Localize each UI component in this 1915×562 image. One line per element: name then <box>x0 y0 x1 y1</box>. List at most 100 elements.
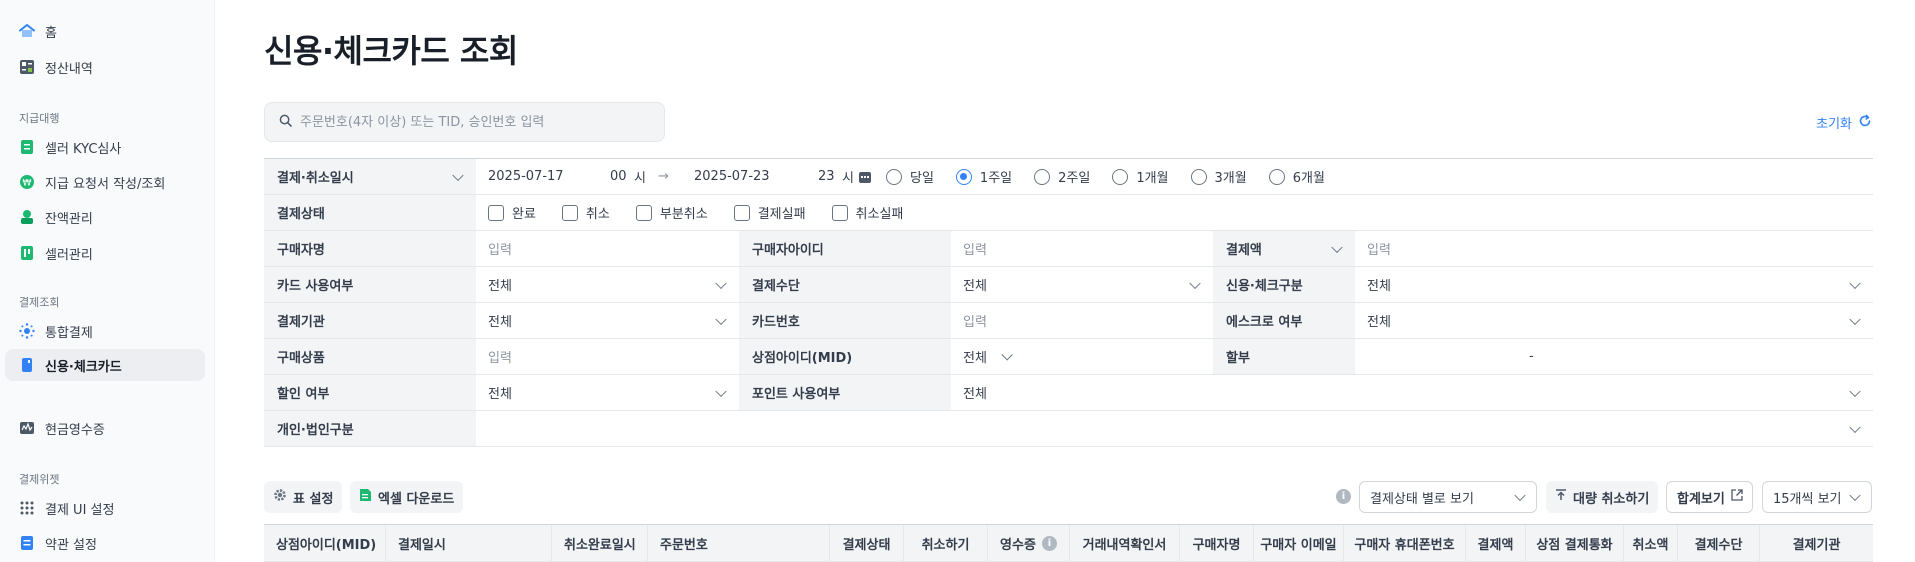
excel-download-button[interactable]: 엑셀 다운로드 <box>350 481 464 513</box>
card-use-select[interactable]: 전체 <box>476 267 739 302</box>
range-radio-2week[interactable]: 2주일 <box>1034 167 1090 186</box>
column-header[interactable]: 구매자명 <box>1180 525 1254 561</box>
column-header[interactable]: 상점 결제통화 <box>1526 525 1624 561</box>
column-header[interactable]: 결제상태 <box>830 525 904 561</box>
institution-label: 결제기관 <box>264 303 476 338</box>
sidebar-section-payout: 지급대행 <box>19 112 60 125</box>
calendar-icon[interactable] <box>858 170 886 184</box>
column-header[interactable]: 취소하기 <box>904 525 988 561</box>
sidebar: 홈 정산내역 지급대행 셀러 KYC심사 ₩ 지급 요청서 작성/조회 잔액관리… <box>0 0 215 562</box>
info-icon[interactable]: i <box>1041 535 1057 551</box>
buyer-id-input[interactable]: 입력 <box>951 231 1213 266</box>
table-settings-label: 표 설정 <box>293 491 334 507</box>
entity-select[interactable] <box>476 411 1873 446</box>
bulk-cancel-button[interactable]: 대량 취소하기 <box>1546 481 1659 513</box>
filter-row-entity: 개인·법인구분 <box>264 411 1873 447</box>
pay-method-select[interactable]: 전체 <box>951 267 1213 302</box>
sidebar-item-cash-receipt[interactable]: 현금영수증 <box>5 412 205 444</box>
sidebar-item-payment-ui[interactable]: 결제 UI 설정 <box>5 492 205 524</box>
column-header[interactable]: 상점아이디(MID) <box>264 525 386 561</box>
sidebar-item-credit-check-card[interactable]: 신용·체크카드 <box>5 349 205 381</box>
search-box[interactable] <box>264 102 665 142</box>
date-type-select[interactable]: 결제·취소일시 <box>264 159 476 194</box>
discount-select[interactable]: 전체 <box>476 375 739 410</box>
receipt-icon <box>19 420 35 436</box>
buyer-id-label: 구매자아이디 <box>739 231 951 266</box>
mid-label: 상점아이디(MID) <box>739 339 951 374</box>
start-hour-input[interactable]: 00 <box>610 169 634 184</box>
column-header[interactable]: 결제수단 <box>1678 525 1760 561</box>
start-hour-unit: 시 <box>634 171 646 186</box>
status-checkbox-payment-failed[interactable]: 결제실패 <box>733 203 806 222</box>
balance-icon <box>19 209 35 225</box>
sidebar-item-label: 잔액관리 <box>45 211 93 227</box>
sidebar-item-payout-request[interactable]: ₩ 지급 요청서 작성/조회 <box>5 166 205 198</box>
column-header[interactable]: 구매자 이메일 <box>1254 525 1344 561</box>
pay-method-label: 결제수단 <box>739 267 951 302</box>
sidebar-item-home[interactable]: 홈 <box>5 15 205 47</box>
sidebar-item-seller-manage[interactable]: 셀러관리 <box>5 237 205 269</box>
mid-select[interactable]: 전체 <box>951 339 1213 374</box>
refresh-icon <box>1858 114 1872 132</box>
range-radio-1month[interactable]: 1개월 <box>1112 167 1169 186</box>
installment-label: 할부 <box>1213 339 1355 374</box>
installment-value[interactable]: - <box>1355 339 1873 374</box>
range-radio-3month[interactable]: 3개월 <box>1190 167 1247 186</box>
column-header[interactable]: 결제일시 <box>386 525 552 561</box>
column-header[interactable]: 취소완료일시 <box>552 525 648 561</box>
range-radio-1week[interactable]: 1주일 <box>955 167 1012 186</box>
column-header[interactable]: 주문번호 <box>648 525 830 561</box>
amount-type-select[interactable]: 결제액 <box>1213 231 1355 266</box>
sum-view-button[interactable]: 합계보기 <box>1666 481 1753 513</box>
range-radio-today[interactable]: 당일 <box>886 167 934 186</box>
column-header[interactable]: 취소액 <box>1624 525 1678 561</box>
status-option-label: 취소 <box>585 207 610 222</box>
column-header[interactable]: 구매자 휴대폰번호 <box>1344 525 1466 561</box>
column-header[interactable]: 거래내역확인서 <box>1070 525 1180 561</box>
reset-button[interactable]: 초기화 <box>1816 113 1872 132</box>
svg-text:₩: ₩ <box>23 179 32 189</box>
status-checkbox-cancel-failed[interactable]: 취소실패 <box>831 203 903 222</box>
end-date-input[interactable]: 2025-07-23 <box>694 169 818 184</box>
range-label: 3개월 <box>1214 171 1247 186</box>
amount-label: 결제액 <box>1226 243 1262 258</box>
sidebar-item-label: 지급 요청서 작성/조회 <box>45 176 166 192</box>
institution-select[interactable]: 전체 <box>476 303 739 338</box>
checkbox-icon <box>733 204 750 221</box>
sidebar-item-balance[interactable]: 잔액관리 <box>5 201 205 233</box>
sidebar-item-label: 셀러관리 <box>45 247 93 263</box>
range-radio-6month[interactable]: 6개월 <box>1268 167 1325 186</box>
chevron-down-icon <box>1849 277 1861 289</box>
sidebar-item-seller-kyc[interactable]: 셀러 KYC심사 <box>5 131 205 163</box>
start-date-input[interactable]: 2025-07-17 <box>488 169 610 184</box>
sidebar-item-terms[interactable]: 약관 설정 <box>5 527 205 559</box>
table-settings-button[interactable]: 표 설정 <box>264 481 343 513</box>
upload-icon <box>1555 489 1567 505</box>
status-view-select[interactable]: 결제상태 별로 보기 <box>1359 481 1537 513</box>
sidebar-item-integrated-payment[interactable]: 통합결제 <box>5 315 205 347</box>
end-hour-input[interactable]: 23 <box>818 169 842 184</box>
credit-check-select[interactable]: 전체 <box>1355 267 1873 302</box>
card-number-input[interactable]: 입력 <box>951 303 1213 338</box>
buyer-name-input[interactable]: 입력 <box>476 231 739 266</box>
search-icon <box>279 114 292 131</box>
point-select[interactable]: 전체 <box>951 375 1873 410</box>
card-number-label: 카드번호 <box>739 303 951 338</box>
sidebar-item-settlement[interactable]: 정산내역 <box>5 51 205 83</box>
range-label: 2주일 <box>1058 171 1091 186</box>
product-input[interactable]: 입력 <box>476 339 739 374</box>
status-checkbox-partial-cancel[interactable]: 부분취소 <box>635 203 708 222</box>
amount-input[interactable]: 입력 <box>1355 231 1873 266</box>
info-icon[interactable]: i <box>1336 489 1351 504</box>
filter-row-card-use: 카드 사용여부 전체 결제수단 전체 신용·체크구분 전체 <box>264 267 1873 303</box>
column-header[interactable]: 결제액 <box>1466 525 1526 561</box>
page-size-select[interactable]: 15개씩 보기 <box>1762 481 1872 513</box>
search-input[interactable] <box>300 114 650 130</box>
buyer-name-label: 구매자명 <box>264 231 476 266</box>
status-checkbox-complete[interactable]: 완료 <box>488 203 536 222</box>
escrow-select[interactable]: 전체 <box>1355 303 1873 338</box>
column-header[interactable]: 결제기관 <box>1760 525 1873 561</box>
column-header-receipt[interactable]: 영수증 i <box>988 525 1070 561</box>
gear-icon <box>273 488 287 506</box>
status-checkbox-cancel[interactable]: 취소 <box>561 203 610 222</box>
